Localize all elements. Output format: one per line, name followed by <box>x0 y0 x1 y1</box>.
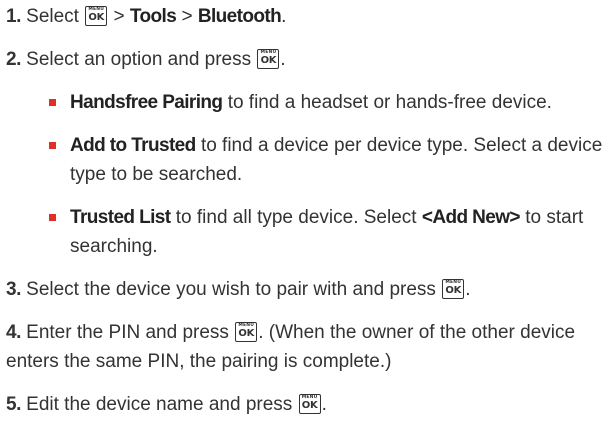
separator: > <box>113 6 125 27</box>
option-label: Handsfree Pairing <box>70 92 223 113</box>
period: . <box>465 279 471 300</box>
option-add-to-trusted: Add to Trusted to find a device per devi… <box>49 131 610 189</box>
option-trusted-list: Trusted List to find all type device. Se… <box>49 203 610 261</box>
step-2: 2. Select an option and press MENU OK. <box>6 45 606 74</box>
step-text: Select the device you wish to pair with … <box>26 279 436 300</box>
option-description: to find all type device. Select <box>175 207 417 228</box>
step-4: 4. Enter the PIN and press MENU OK. (When… <box>6 318 606 376</box>
menu-ok-key-icon: MENU OK <box>85 6 108 26</box>
option-label: Trusted List <box>70 207 171 228</box>
step-3: 3. Select the device you wish to pair wi… <box>6 275 606 304</box>
step-number: 2. <box>6 49 21 70</box>
step-number: 3. <box>6 279 21 300</box>
step-number: 4. <box>6 322 21 343</box>
menu-ok-key-icon: MENU OK <box>235 322 258 342</box>
step-number: 1. <box>6 6 21 27</box>
separator: > <box>181 6 193 27</box>
menu-ok-key-icon: MENU OK <box>257 49 280 69</box>
step-text: Select <box>26 6 79 27</box>
option-description: to find a headset or hands-free device. <box>227 92 552 113</box>
step-number: 5. <box>6 394 21 415</box>
step-text: Edit the device name and press <box>26 394 293 415</box>
menu-ok-key-icon: MENU OK <box>442 279 465 299</box>
period: . <box>281 6 287 27</box>
bullet-square-icon <box>49 142 56 149</box>
menu-item-bluetooth: Bluetooth <box>197 6 282 27</box>
step-5: 5. Edit the device name and press MENU OK… <box>6 390 606 419</box>
period: . <box>280 49 286 70</box>
period: . <box>321 394 327 415</box>
option-handsfree-pairing: Handsfree Pairing to find a headset or h… <box>49 88 610 117</box>
option-label: Add to Trusted <box>70 135 196 156</box>
step-text: Select an option and press <box>26 49 252 70</box>
menu-ok-key-icon: MENU OK <box>298 394 321 414</box>
bullet-square-icon <box>49 214 56 221</box>
step-1: 1. Select MENU OK > Tools > Bluetooth. <box>6 2 606 31</box>
bullet-square-icon <box>49 99 56 106</box>
menu-item-tools: Tools <box>129 6 177 27</box>
step-text: Enter the PIN and press <box>26 322 229 343</box>
add-new-label: <Add New> <box>421 207 521 228</box>
